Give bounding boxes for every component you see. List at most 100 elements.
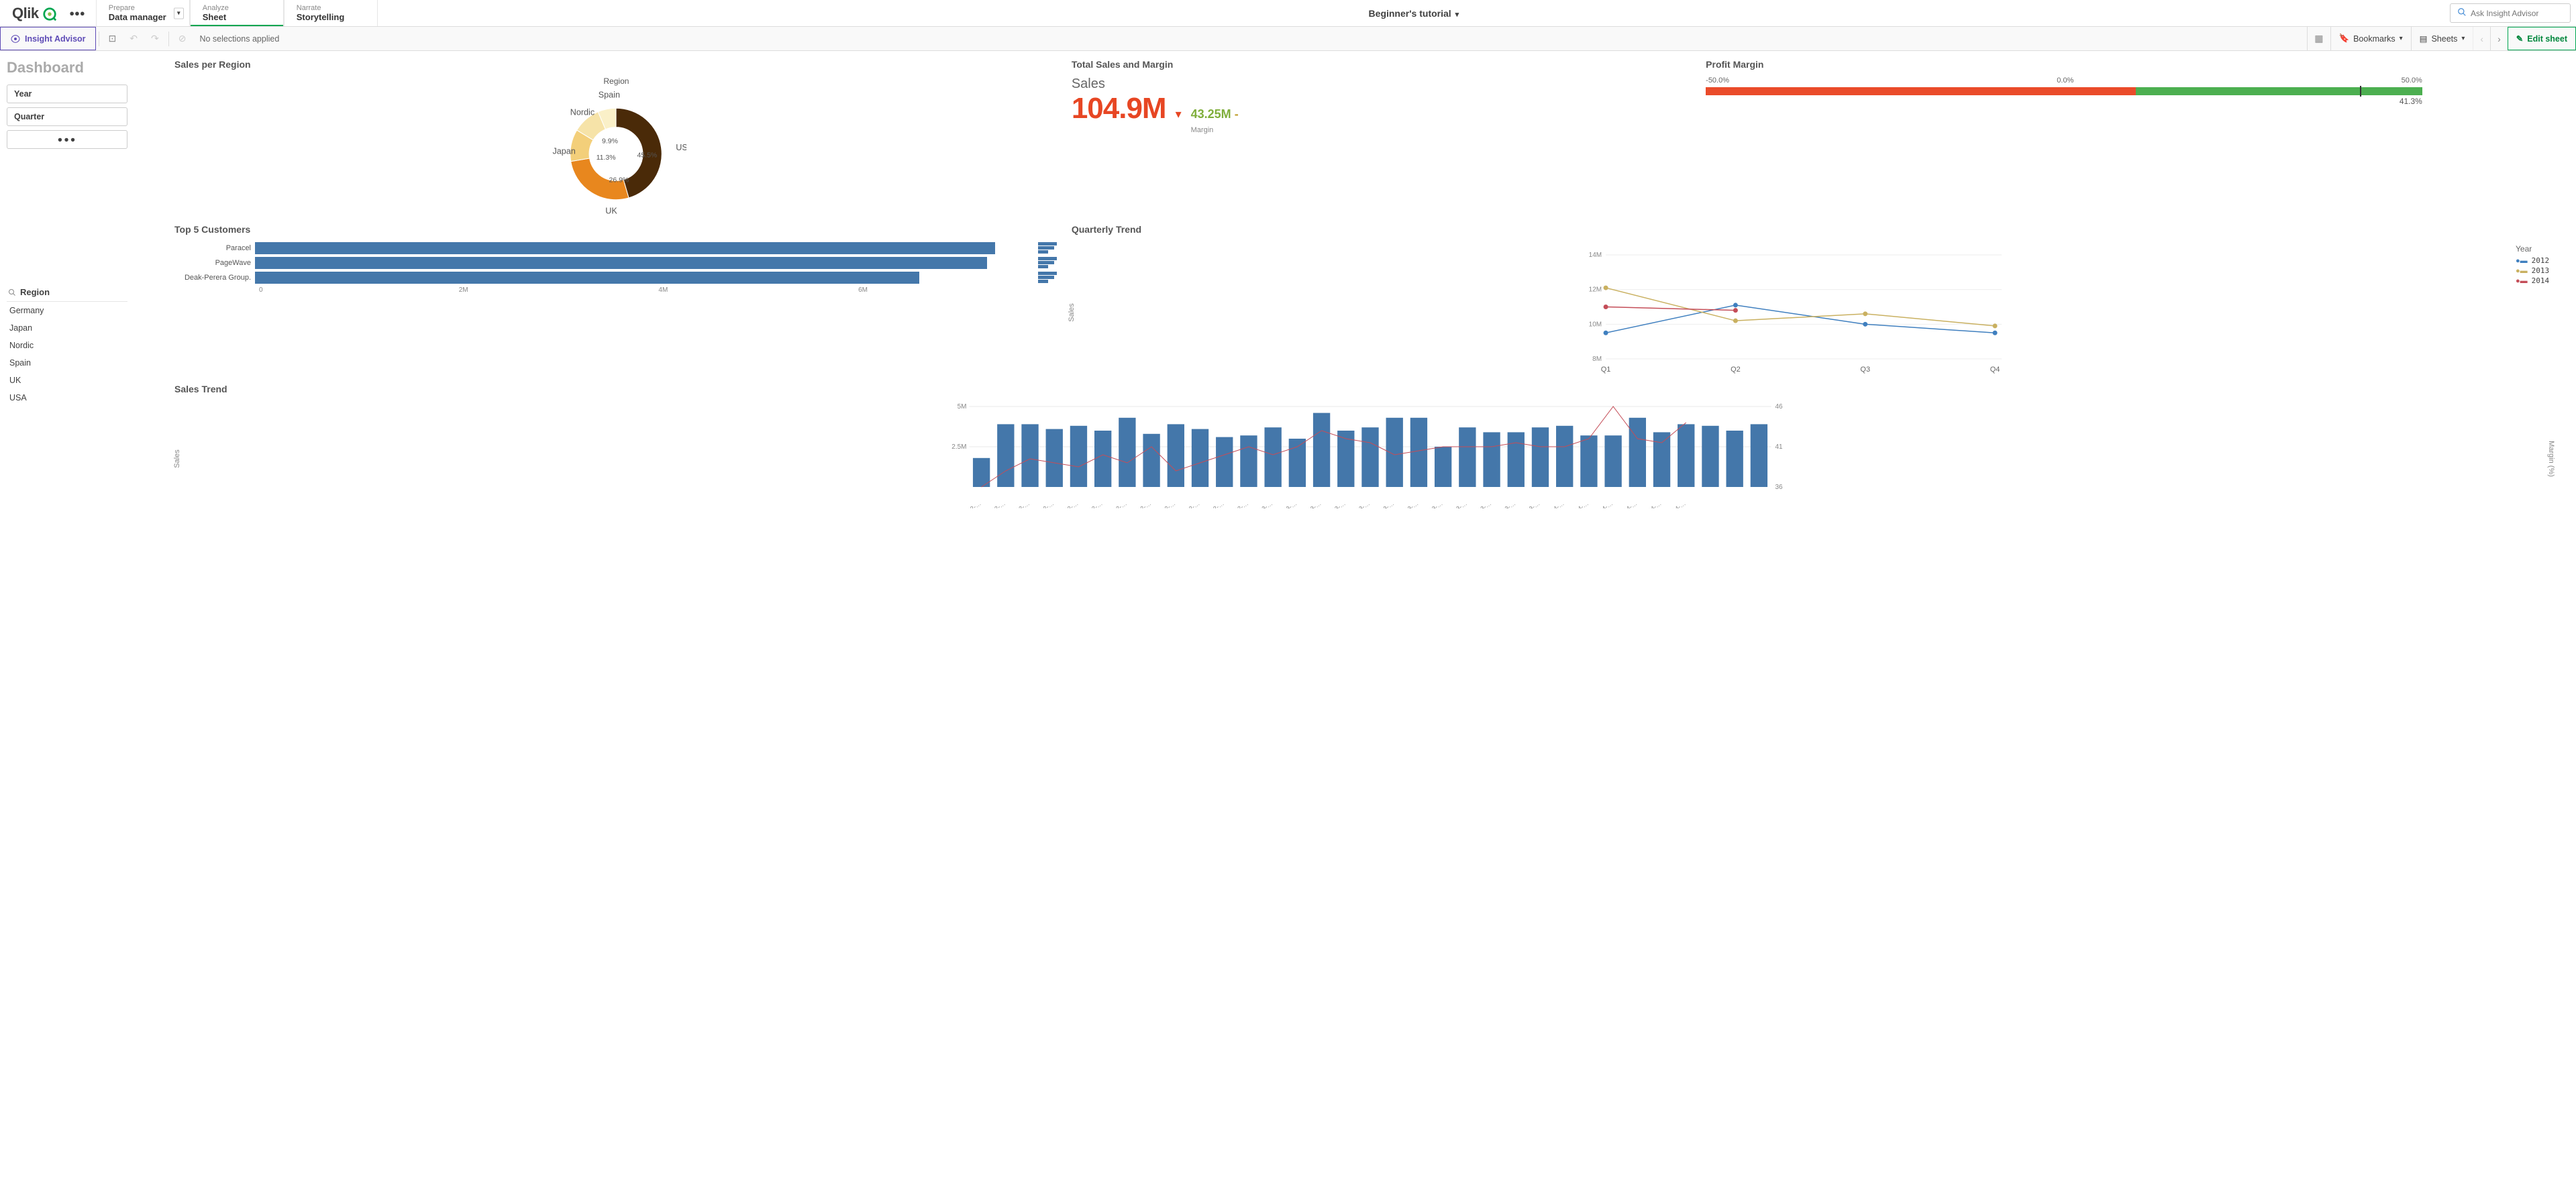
svg-text:14M: 14M [1588, 252, 1601, 259]
svg-text:2012-…: 2012-… [1180, 500, 1201, 508]
content: Sales per Region USA45.5%UK26.9%Japan11.… [134, 51, 2576, 1200]
toolbar: Insight Advisor ⊡ ↶ ↷ ⊘ No selections ap… [0, 27, 2576, 51]
region-search[interactable]: Region [7, 283, 127, 302]
panel-total-sales-margin[interactable]: Total Sales and Margin Sales 104.9M ▾ 43… [1072, 59, 1692, 217]
search-icon [2457, 7, 2467, 19]
svg-text:36: 36 [1775, 484, 1784, 491]
region-item[interactable]: Germany [7, 302, 127, 319]
svg-text:2013-…: 2013-… [1325, 500, 1347, 508]
svg-text:2013-…: 2013-… [1277, 500, 1298, 508]
svg-text:11.3%: 11.3% [597, 154, 616, 162]
nav-tab-name: Storytelling [297, 12, 365, 22]
step-back-icon[interactable]: ↶ [123, 27, 144, 50]
line-chart[interactable]: Sales 8M10M12M14MQ1Q2Q3Q4 [1072, 241, 2516, 376]
line-legend: Year ●▬2012●▬2013●▬2014 [2516, 224, 2563, 376]
nav-tab-category: Narrate [297, 4, 365, 12]
chevron-down-icon: ▾ [2461, 35, 2465, 42]
donut-chart[interactable]: USA45.5%UK26.9%Japan11.3%Nordic9.9%Spain… [174, 76, 1058, 217]
step-forward-icon[interactable]: ↷ [144, 27, 166, 50]
chevron-down-icon: ▾ [1455, 11, 1459, 19]
grid-icon[interactable]: ▦ [2307, 27, 2330, 50]
svg-text:2014-…: 2014-… [1592, 500, 1614, 508]
pencil-icon: ✎ [2516, 34, 2523, 44]
panel-sales-per-region[interactable]: Sales per Region USA45.5%UK26.9%Japan11.… [174, 59, 1058, 217]
svg-text:12M: 12M [1588, 286, 1601, 294]
more-menu-button[interactable]: ●●● [64, 5, 91, 21]
svg-text:26.9%: 26.9% [609, 176, 629, 184]
filter-year[interactable]: Year [7, 85, 127, 103]
sheet-title: Dashboard [7, 59, 127, 76]
bar-row[interactable]: Paracel5.69M [174, 241, 1058, 254]
svg-text:2.5M: 2.5M [951, 443, 966, 451]
combo-chart[interactable]: Sales Margin (%) 2.5M5M3641462012-…2012-… [174, 401, 2563, 508]
dash-icon: - [1235, 107, 1239, 121]
insight-advisor-button[interactable]: Insight Advisor [0, 27, 96, 50]
chevron-down-icon[interactable]: ▾ [174, 7, 184, 19]
y-axis-label-right: Margin (%) [2547, 441, 2555, 477]
nav-tab-analyze[interactable]: Analyze Sheet [190, 0, 284, 26]
sidebar: Dashboard Year Quarter ●●● Region German… [0, 51, 134, 1200]
svg-text:2012-…: 2012-… [961, 500, 982, 508]
region-item[interactable]: UK [7, 372, 127, 389]
svg-text:USA: USA [676, 143, 687, 152]
filter-quarter[interactable]: Quarter [7, 107, 127, 126]
gauge-max: 50.0% [2402, 76, 2422, 85]
insight-search-input[interactable] [2450, 3, 2571, 23]
nav-tab-name: Data manager [109, 12, 177, 22]
legend-item[interactable]: ●▬2013 [2516, 266, 2563, 275]
kpi-margin-value: 43.25M [1191, 107, 1231, 121]
app-title[interactable]: Beginner's tutorial▾ [378, 8, 2450, 19]
gauge-min: -50.0% [1706, 76, 1729, 85]
filter-more[interactable]: ●●● [7, 130, 127, 149]
bar-row[interactable]: Deak-Perera Group.5.11M [174, 271, 1058, 284]
svg-text:2013-…: 2013-… [1374, 500, 1395, 508]
svg-text:2012-…: 2012-… [1106, 500, 1128, 508]
panel-quarterly-trend[interactable]: Quarterly Trend Sales 8M10M12M14MQ1Q2Q3Q… [1072, 224, 2563, 376]
smart-search-icon[interactable]: ⊡ [102, 27, 123, 50]
logo: Qlik [5, 5, 64, 22]
panel-title: Total Sales and Margin [1072, 59, 1692, 70]
svg-text:2013-…: 2013-… [1301, 500, 1323, 508]
svg-text:2014-…: 2014-… [1641, 500, 1663, 508]
panel-title: Profit Margin [1706, 59, 2422, 70]
legend-item[interactable]: ●▬2014 [2516, 276, 2563, 285]
search-field[interactable] [2471, 9, 2563, 18]
svg-text:Q4: Q4 [1990, 366, 2000, 374]
nav-tab-prepare[interactable]: Prepare Data manager ▾ [96, 0, 190, 26]
svg-text:Nordic: Nordic [570, 108, 595, 117]
caret-down-icon: ▾ [1176, 107, 1182, 121]
sheets-button[interactable]: ▤ Sheets▾ [2411, 27, 2473, 50]
bar-row[interactable]: PageWave5.63M [174, 256, 1058, 269]
svg-text:Q1: Q1 [1601, 366, 1611, 374]
bookmarks-button[interactable]: 🔖 Bookmarks▾ [2330, 27, 2411, 50]
svg-text:2014-…: 2014-… [1568, 500, 1590, 508]
panel-sales-trend[interactable]: Sales Trend Sales Margin (%) 2.5M5M36414… [174, 384, 2563, 508]
legend-title: Year [2516, 244, 2563, 254]
svg-text:41: 41 [1775, 443, 1784, 451]
clear-selections-icon[interactable]: ⊘ [172, 27, 193, 50]
svg-text:2013-…: 2013-… [1398, 500, 1420, 508]
chevron-down-icon: ▾ [2400, 35, 2403, 42]
region-item[interactable]: Nordic [7, 337, 127, 354]
svg-text:2013-…: 2013-… [1447, 500, 1468, 508]
region-item[interactable]: USA [7, 389, 127, 406]
panel-top5-customers[interactable]: Top 5 Customers Paracel5.69MPageWave5.63… [174, 224, 1058, 376]
legend-item[interactable]: ●▬2012 [2516, 256, 2563, 265]
svg-text:2012-…: 2012-… [985, 500, 1007, 508]
y-axis-label: Sales [1068, 303, 1076, 322]
region-item[interactable]: Japan [7, 319, 127, 337]
svg-text:2012-…: 2012-… [1009, 500, 1031, 508]
panel-profit-margin[interactable]: Profit Margin -50.0% 0.0% 50.0% 41.3% [1706, 59, 2422, 217]
svg-text:5M: 5M [958, 403, 967, 411]
region-label: Region [20, 287, 50, 297]
prev-sheet-button[interactable]: ‹ [2473, 27, 2490, 50]
nav-tab-narrate[interactable]: Narrate Storytelling [284, 0, 378, 26]
next-sheet-button[interactable]: › [2490, 27, 2508, 50]
bookmark-icon: 🔖 [2339, 34, 2350, 44]
svg-text:2013-…: 2013-… [1252, 500, 1274, 508]
svg-text:9.9%: 9.9% [602, 138, 618, 146]
svg-text:2012-…: 2012-… [1131, 500, 1152, 508]
region-item[interactable]: Spain [7, 354, 127, 372]
edit-sheet-button[interactable]: ✎ Edit sheet [2508, 27, 2576, 50]
panel-title: Sales per Region [174, 59, 1058, 70]
